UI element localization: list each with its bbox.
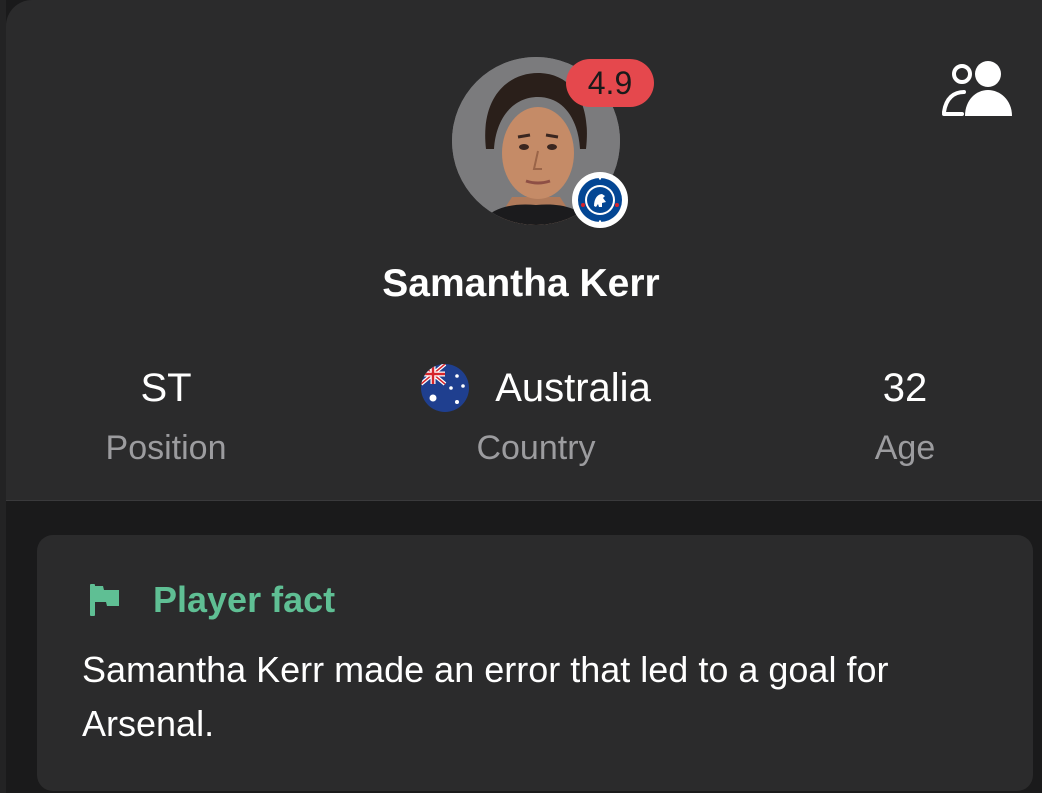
country-row: Australia (386, 364, 686, 412)
country-label: Country (476, 429, 596, 467)
fact-text: Samantha Kerr made an error that led to … (82, 649, 889, 744)
age-label: Age (874, 429, 936, 467)
australia-flag-icon (421, 364, 470, 412)
position-value: ST (140, 366, 192, 410)
rating-badge: 4.9 (566, 59, 654, 107)
player-page: 4.9 Samantha Kerr ST Position Australia … (0, 0, 1042, 793)
age-value: 32 (882, 366, 928, 410)
flag-icon (90, 584, 119, 616)
chelsea-crest-icon[interactable] (572, 172, 628, 228)
country-value: Australia (495, 366, 651, 410)
stat-position: ST Position (66, 364, 266, 468)
stat-age: 32 Age (805, 364, 1005, 468)
fact-title: Player fact (153, 579, 336, 620)
player-name: Samantha Kerr (382, 262, 660, 305)
player-fact-card: Player fact Samantha Kerr made an error … (37, 535, 1033, 791)
stat-country[interactable]: Australia Country (386, 364, 686, 468)
position-label: Position (105, 429, 227, 467)
people-compare-icon[interactable] (940, 58, 1016, 118)
fact-header: Player fact (87, 579, 335, 621)
